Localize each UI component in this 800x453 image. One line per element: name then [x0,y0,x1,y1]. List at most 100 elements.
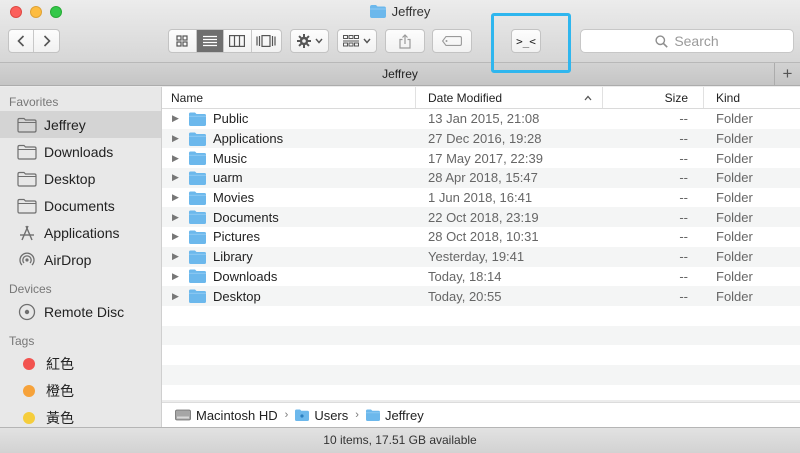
devices-header: Devices [9,282,52,296]
kind-cell: Folder [716,249,753,265]
sidebar-item-desktop[interactable]: Desktop [0,165,161,192]
date-modified-cell: Today, 20:55 [428,288,502,304]
table-row[interactable]: ▶ Desktop Today, 20:55 -- Folder [162,286,800,306]
file-list: Name Date Modified Size Kind ▶ Public 13 J… [162,87,800,400]
column-view-button[interactable] [224,30,252,52]
sidebar-item-label: Applications [44,224,120,241]
table-row[interactable]: ▶ Library Yesterday, 19:41 -- Folder [162,246,800,267]
disclosure-triangle-icon[interactable]: ▶ [172,153,180,164]
sidebar-item-label: Jeffrey [44,116,86,133]
file-name: Applications [213,131,284,147]
disclosure-triangle-icon[interactable]: ▶ [172,113,180,124]
table-row[interactable]: ▶ Music 17 May 2017, 22:39 -- Folder [162,148,800,168]
arrange-grid-icon [343,35,359,47]
sidebar-item-label: Downloads [44,143,114,160]
kind-cell: Folder [716,150,753,166]
sidebar: Favorites Jeffrey Downloads Desktop Docu… [0,87,162,427]
chevron-right-icon [43,35,51,47]
date-modified-cell: Today, 18:14 [428,268,502,284]
action-menu-button[interactable] [290,29,329,53]
path-item-macintosh-hd[interactable]: Macintosh HD [175,408,278,423]
path-item-jeffrey[interactable]: Jeffrey [365,408,424,423]
table-row[interactable]: ▶ Pictures 28 Oct 2018, 10:31 -- Folder [162,227,800,247]
disclosure-triangle-icon[interactable]: ▶ [172,291,180,302]
size-cell: -- [679,150,688,166]
date-modified-cell: Yesterday, 19:41 [428,249,525,265]
tag-icon [442,36,462,46]
disclosure-triangle-icon[interactable]: ▶ [172,231,180,242]
sidebar-item-remote-disc[interactable]: Remote Disc [0,298,161,325]
disclosure-triangle-icon[interactable]: ▶ [172,172,180,183]
search-input[interactable]: Search [580,29,794,53]
path-item-users[interactable]: Users [295,408,348,423]
sidebar-item-label: Documents [44,197,115,214]
disclosure-triangle-icon[interactable]: ▶ [172,271,180,282]
file-name: Public [213,111,249,127]
disclosure-triangle-icon[interactable]: ▶ [172,212,180,223]
home-folder-icon [365,409,380,421]
window-title: Jeffrey [0,3,800,21]
column-header-label: Date Modified [428,90,503,105]
path-item-label: Users [314,407,349,423]
yellow-tag-dot-icon [23,411,35,424]
file-name: Music [213,150,247,166]
tags-header: Tags [9,334,35,348]
disclosure-triangle-icon[interactable]: ▶ [172,133,180,144]
column-header-label: Kind [716,90,741,105]
sidebar-item-applications[interactable]: Applications [0,219,161,246]
forward-button[interactable] [34,30,59,52]
column-header-label: Size [664,90,688,105]
applications-icon [17,224,37,242]
file-name: Library [213,249,253,265]
table-row[interactable]: ▶ uarm 28 Apr 2018, 15:47 -- Folder [162,168,800,188]
table-row[interactable]: ▶ Public 13 Jan 2015, 21:08 -- Folder [162,109,800,129]
column-header-size[interactable]: Size [603,87,704,108]
table-row[interactable]: ▶ Applications 27 Dec 2016, 19:28 -- Folder [162,128,800,149]
file-name: Movies [213,190,255,206]
sidebar-item-label: 黃色 [46,409,74,426]
chevron-down-icon [314,38,323,44]
status-text: 10 items, 17.51 GB available [323,433,477,447]
sidebar-item-label: Desktop [44,170,96,187]
sidebar-tag-red[interactable]: 紅色 [0,350,161,377]
column-header-name[interactable]: Name [162,87,416,108]
cover-flow-view-button[interactable] [252,30,281,52]
folder-icon [189,250,206,264]
file-name: uarm [213,170,243,186]
date-modified-cell: 27 Dec 2016, 19:28 [428,131,542,147]
size-cell: -- [679,229,688,245]
columns-icon [229,35,246,47]
arrange-menu-button[interactable] [337,29,377,53]
disclosure-triangle-icon[interactable]: ▶ [172,251,180,262]
folder-icon [189,151,206,166]
column-header-kind[interactable]: Kind [704,87,800,108]
view-mode-control [168,29,282,53]
back-button[interactable] [9,30,35,52]
sidebar-tag-yellow[interactable]: 黃色 [0,404,161,427]
list-view-button[interactable] [196,30,225,52]
sidebar-item-jeffrey[interactable]: Jeffrey [0,111,161,138]
edit-tags-button[interactable] [432,29,472,53]
sidebar-tag-orange[interactable]: 橙色 [0,377,161,404]
table-row[interactable]: ▶ Downloads Today, 18:14 -- Folder [162,267,800,287]
favorites-header: Favorites [9,95,59,109]
disclosure-triangle-icon[interactable]: ▶ [172,192,180,203]
kind-cell: Folder [716,190,753,206]
date-modified-cell: 17 May 2017, 22:39 [428,150,543,166]
window-toolbar: Jeffrey >_< Search [0,0,800,63]
column-header-date[interactable]: Date Modified [416,87,603,108]
sidebar-item-downloads[interactable]: Downloads [0,138,161,165]
new-tab-button[interactable]: + [774,63,800,85]
sidebar-item-documents[interactable]: Documents [0,192,161,219]
users-folder-icon [295,409,310,421]
tab-jeffrey[interactable]: Jeffrey [382,67,418,81]
date-modified-cell: 28 Oct 2018, 10:31 [428,229,539,245]
path-separator-icon: › [355,409,359,421]
table-row[interactable]: ▶ Documents 22 Oct 2018, 23:19 -- Folder [162,207,800,228]
share-button[interactable] [385,29,425,53]
size-cell: -- [679,268,688,284]
table-row[interactable]: ▶ Movies 1 Jun 2018, 16:41 -- Folder [162,188,800,208]
icon-view-button[interactable] [169,30,197,52]
share-icon [399,33,411,49]
sidebar-item-airdrop[interactable]: AirDrop [0,246,161,273]
